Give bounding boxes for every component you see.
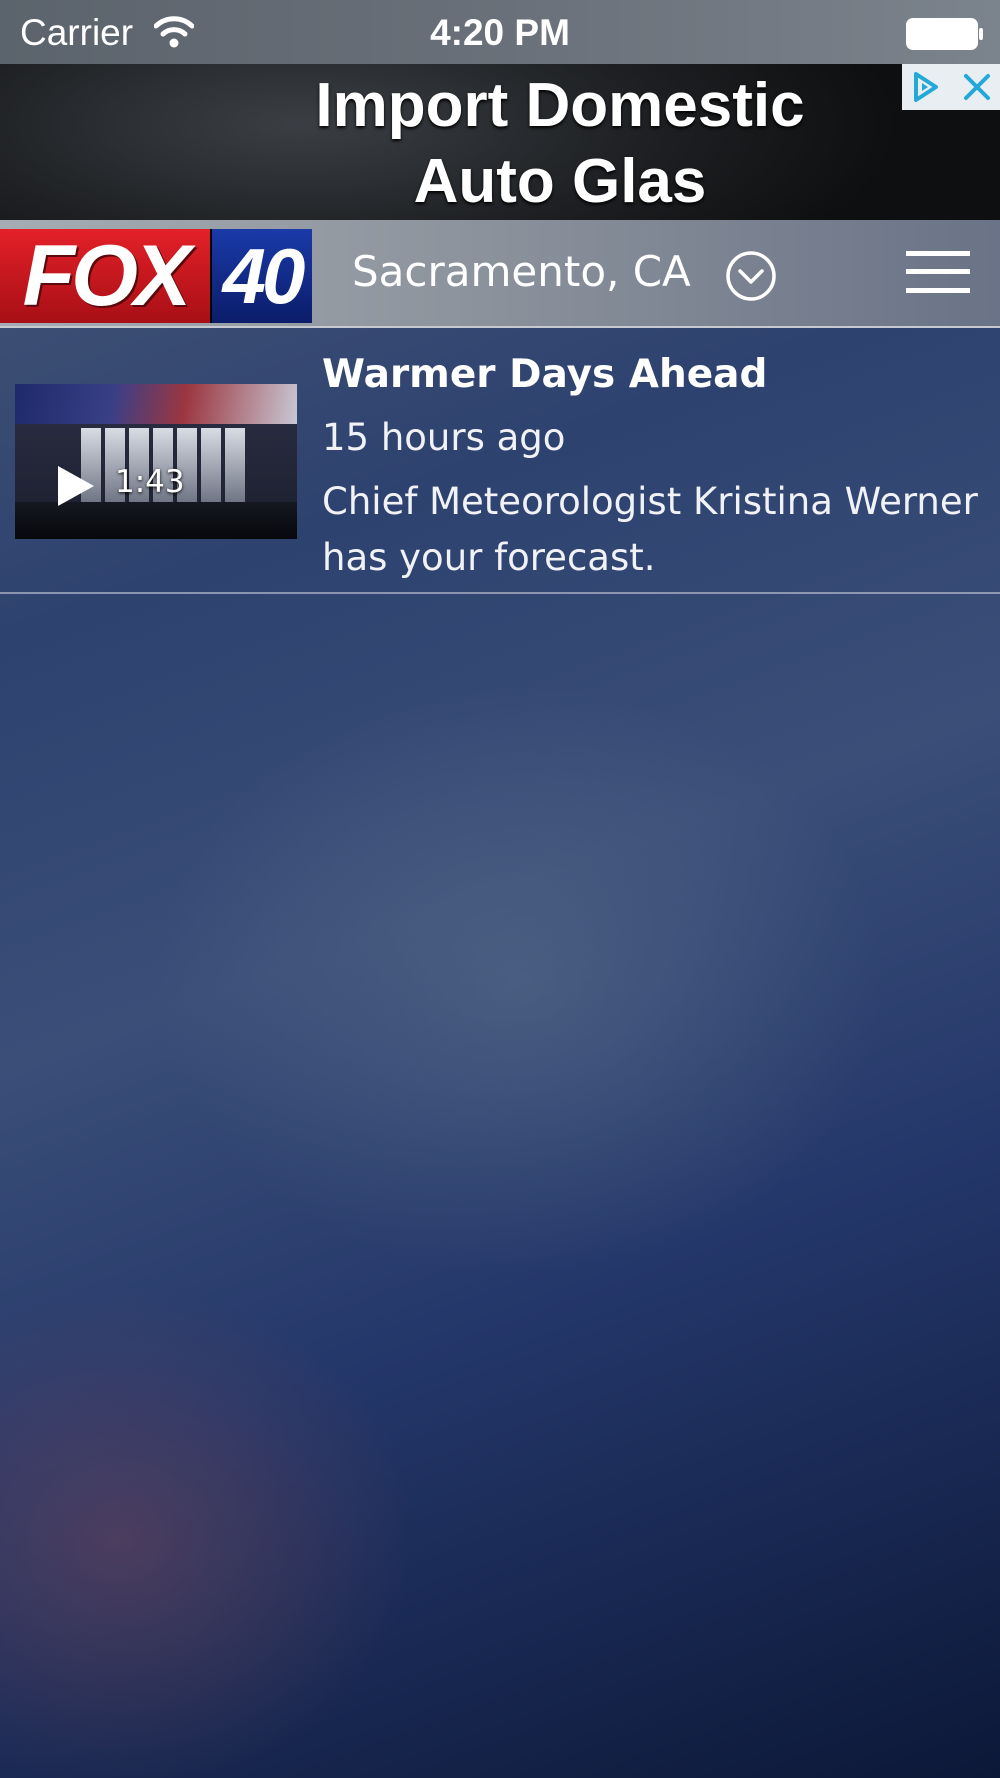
clock: 4:20 PM [430, 12, 570, 53]
battery-icon [906, 18, 983, 50]
story-title[interactable]: Warmer Days Ahead [322, 352, 767, 397]
status-bar: Carrier 4:20 PM [0, 0, 1000, 64]
ad-banner[interactable]: Import Domestic Auto Glas [0, 64, 1000, 220]
hamburger-menu-icon[interactable] [906, 249, 970, 295]
logo-word: FOX [0, 228, 210, 324]
station-logo[interactable]: FOX 40 [0, 228, 312, 324]
ad-choices[interactable] [902, 64, 1000, 110]
ad-headline: Import Domestic Auto Glas [315, 71, 805, 216]
adchoices-icon[interactable] [902, 64, 948, 110]
video-thumbnail[interactable]: 1:43 [15, 384, 297, 539]
close-icon[interactable] [954, 64, 1000, 110]
play-icon[interactable] [56, 464, 96, 508]
location-selector[interactable]: Sacramento, CA [352, 247, 691, 296]
story-description: Chief Meteorologist Kristina Werner has … [322, 480, 978, 579]
story-timestamp: 15 hours ago [322, 416, 566, 459]
logo-number: 40 [212, 229, 312, 323]
story-list-item[interactable]: 1:43 Warmer Days Ahead 15 hours ago Chie… [0, 328, 1000, 594]
video-duration: 1:43 [115, 464, 185, 500]
chevron-down-circle-icon[interactable] [725, 250, 777, 302]
app-header: FOX 40 Sacramento, CA [0, 220, 1000, 328]
thumbnail-graphic [15, 384, 297, 424]
